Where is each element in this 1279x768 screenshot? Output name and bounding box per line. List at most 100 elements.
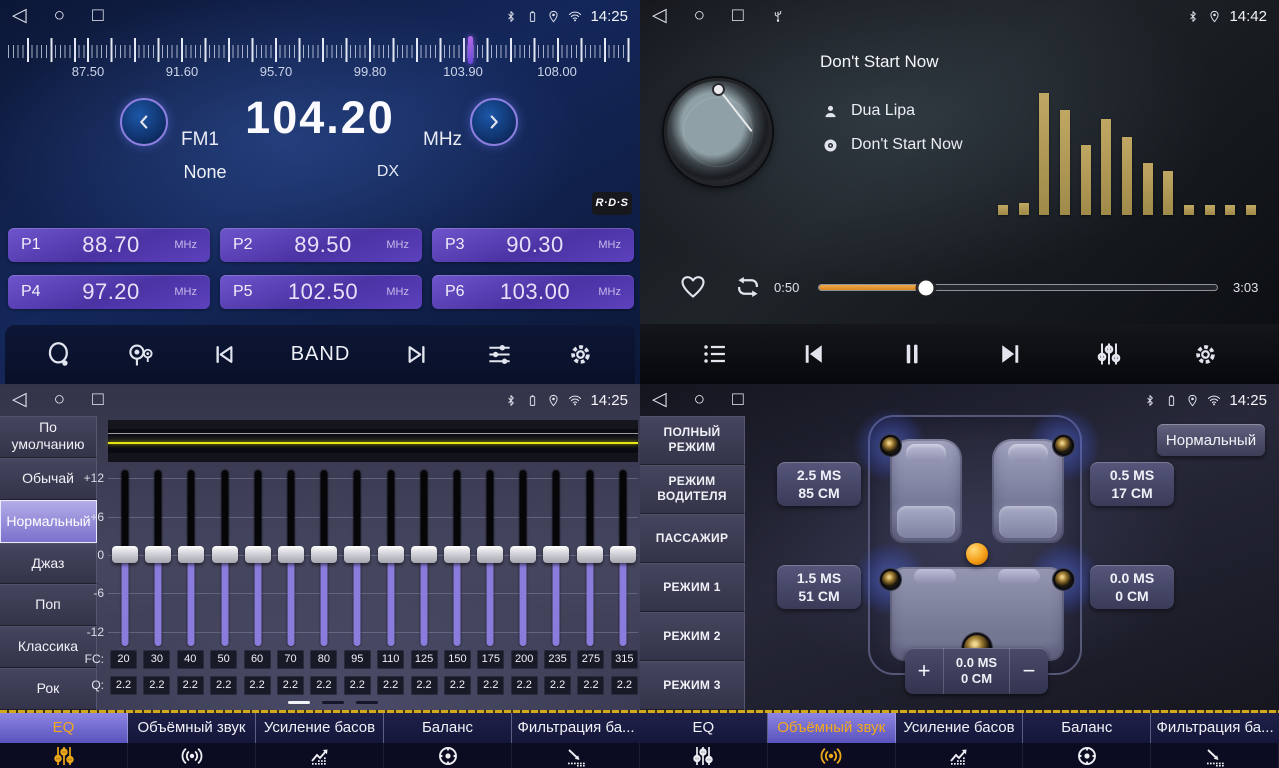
nav-home-button[interactable]: ○ <box>54 0 65 32</box>
eq-band-slider[interactable] <box>342 470 372 646</box>
slider-handle[interactable] <box>212 546 238 563</box>
eq-band-slider[interactable] <box>276 470 306 646</box>
front-right-delay[interactable]: 0.5 MS 17 CM <box>1090 462 1174 506</box>
slider-handle[interactable] <box>444 546 470 563</box>
tab-eq[interactable]: EQ <box>0 713 128 768</box>
pause-button[interactable] <box>891 338 933 370</box>
nav-home-button[interactable]: ○ <box>694 384 705 416</box>
slider-handle[interactable] <box>178 546 204 563</box>
slider-handle[interactable] <box>145 546 171 563</box>
audio-settings-button[interactable] <box>480 340 519 369</box>
soundfield-mode-item[interactable]: РЕЖИМ 2 <box>640 612 745 661</box>
slider-handle[interactable] <box>610 546 636 563</box>
progress-bar[interactable] <box>818 284 1218 291</box>
slider-handle[interactable] <box>112 546 138 563</box>
preset-button[interactable]: P3 90.30 MHz <box>432 228 634 262</box>
listening-position-marker[interactable] <box>966 543 988 565</box>
slider-handle[interactable] <box>543 546 569 563</box>
tab-balance[interactable]: Баланс <box>1023 713 1151 768</box>
rear-left-delay[interactable]: 1.5 MS 51 CM <box>777 565 861 609</box>
audio-settings-button[interactable] <box>1089 339 1129 369</box>
eq-band-slider[interactable] <box>243 470 273 646</box>
eq-band-slider[interactable] <box>508 470 538 646</box>
eq-band-slider[interactable] <box>475 470 505 646</box>
scan-button[interactable] <box>40 340 79 369</box>
slider-handle[interactable] <box>577 546 603 563</box>
settings-button[interactable] <box>1186 340 1225 369</box>
tab-filter[interactable]: Фильтрация ба... <box>512 713 640 768</box>
preset-button[interactable]: P5 102.50 MHz <box>220 275 422 309</box>
previous-track-button[interactable] <box>792 338 834 370</box>
progress-thumb[interactable] <box>919 280 934 295</box>
delay-increase-button[interactable]: + <box>905 648 943 694</box>
slider-handle[interactable] <box>411 546 437 563</box>
tune-up-button[interactable] <box>470 98 518 146</box>
tune-down-button[interactable] <box>120 98 168 146</box>
slider-handle[interactable] <box>378 546 404 563</box>
preset-button[interactable]: P1 88.70 MHz <box>8 228 210 262</box>
tab-filter[interactable]: Фильтрация ба... <box>1151 713 1279 768</box>
tab-bass-boost[interactable]: Усиление басов <box>256 713 384 768</box>
soundfield-mode-item[interactable]: ПАССАЖИР <box>640 514 745 563</box>
tab-balance[interactable]: Баланс <box>384 713 512 768</box>
eq-band-slider[interactable] <box>210 470 240 646</box>
eq-band-slider[interactable] <box>110 470 140 646</box>
nav-back-button[interactable]: ◁ <box>12 0 27 32</box>
eq-band-slider[interactable] <box>442 470 472 646</box>
soundfield-mode-item[interactable]: ПОЛНЫЙ РЕЖИМ <box>640 416 745 465</box>
soundfield-mode-item[interactable]: РЕЖИМ ВОДИТЕЛЯ <box>640 465 745 514</box>
slider-handle[interactable] <box>510 546 536 563</box>
eq-band-slider[interactable] <box>176 470 206 646</box>
front-left-speaker[interactable] <box>880 435 901 456</box>
broadcast-button[interactable] <box>121 340 161 370</box>
preset-button[interactable]: P2 89.50 MHz <box>220 228 422 262</box>
rear-right-delay[interactable]: 0.0 MS 0 CM <box>1090 565 1174 609</box>
favorite-button[interactable] <box>673 272 713 302</box>
prev-station-button[interactable] <box>204 340 243 369</box>
tab-surround[interactable]: Объёмный звук <box>128 713 256 768</box>
soundfield-preset-button[interactable]: Нормальный <box>1157 424 1265 456</box>
nav-back-button[interactable]: ◁ <box>12 384 27 416</box>
next-track-button[interactable] <box>990 338 1032 370</box>
tab-surround[interactable]: Объёмный звук <box>768 713 896 768</box>
next-station-button[interactable] <box>398 340 437 369</box>
eq-band-slider[interactable] <box>376 470 406 646</box>
nav-recents-button[interactable]: □ <box>732 0 743 32</box>
delay-decrease-button[interactable]: − <box>1010 648 1048 694</box>
nav-back-button[interactable]: ◁ <box>652 0 667 32</box>
nav-recents-button[interactable]: □ <box>732 384 743 416</box>
repeat-button[interactable] <box>728 272 768 302</box>
nav-recents-button[interactable]: □ <box>92 384 103 416</box>
eq-band-slider[interactable] <box>608 470 638 646</box>
soundfield-mode-item[interactable]: РЕЖИМ 3 <box>640 661 745 710</box>
eq-preset-item[interactable]: По умолчанию <box>0 416 97 458</box>
slider-handle[interactable] <box>344 546 370 563</box>
rear-right-speaker[interactable] <box>1053 569 1074 590</box>
preset-button[interactable]: P4 97.20 MHz <box>8 275 210 309</box>
slider-handle[interactable] <box>311 546 337 563</box>
eq-band-slider[interactable] <box>143 470 173 646</box>
front-left-delay[interactable]: 2.5 MS 85 CM <box>777 462 861 506</box>
band-button[interactable]: BAND <box>285 342 357 367</box>
soundfield-mode-item[interactable]: РЕЖИМ 1 <box>640 563 745 612</box>
rear-left-speaker[interactable] <box>880 569 901 590</box>
tab-eq[interactable]: EQ <box>640 713 768 768</box>
slider-handle[interactable] <box>278 546 304 563</box>
frequency-scale[interactable] <box>8 36 632 64</box>
slider-handle[interactable] <box>245 546 271 563</box>
eq-band-slider[interactable] <box>575 470 605 646</box>
nav-recents-button[interactable]: □ <box>92 0 103 32</box>
nav-home-button[interactable]: ○ <box>54 384 65 416</box>
tab-bass-boost[interactable]: Усиление басов <box>896 713 1024 768</box>
playlist-button[interactable] <box>695 339 735 369</box>
slider-handle[interactable] <box>477 546 503 563</box>
nav-home-button[interactable]: ○ <box>694 0 705 32</box>
eq-band-slider[interactable] <box>409 470 439 646</box>
eq-band-slider[interactable] <box>309 470 339 646</box>
settings-button[interactable] <box>561 340 600 369</box>
nav-back-button[interactable]: ◁ <box>652 384 667 416</box>
eq-band-slider[interactable] <box>541 470 571 646</box>
balance-icon <box>1075 744 1099 768</box>
front-right-speaker[interactable] <box>1053 435 1074 456</box>
preset-button[interactable]: P6 103.00 MHz <box>432 275 634 309</box>
